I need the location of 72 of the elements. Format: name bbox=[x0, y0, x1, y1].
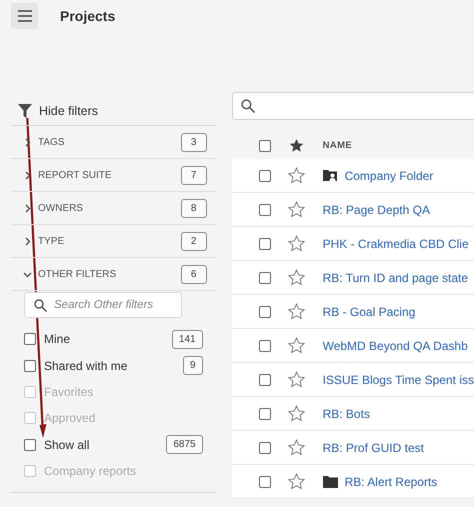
search-field[interactable]: Search Other filters bbox=[24, 292, 182, 318]
select-all-checkbox[interactable] bbox=[258, 140, 271, 152]
option-label: Approved bbox=[44, 411, 96, 426]
filter-group[interactable]: TYPE 2 bbox=[11, 225, 217, 258]
project-link[interactable]: RB: Prof GUID test bbox=[322, 440, 424, 454]
option-label: Favorites bbox=[44, 384, 94, 399]
option-label: Shared with me bbox=[44, 358, 128, 373]
chevron-right-icon bbox=[23, 138, 32, 146]
shared-folder-icon bbox=[322, 169, 338, 182]
checkbox[interactable] bbox=[24, 438, 36, 451]
filter-group[interactable]: OWNERS 8 bbox=[11, 192, 217, 225]
checkbox[interactable] bbox=[258, 374, 271, 386]
star-icon[interactable] bbox=[288, 473, 306, 490]
filter-group[interactable]: REPORT SUITE 7 bbox=[11, 159, 217, 192]
filter-group-label: OTHER FILTERS bbox=[38, 268, 118, 280]
star-icon bbox=[289, 138, 304, 153]
checkbox[interactable] bbox=[24, 333, 36, 346]
project-link[interactable]: RB - Goal Pacing bbox=[322, 304, 416, 318]
count-badge: 9 bbox=[183, 356, 203, 376]
checkbox[interactable] bbox=[258, 476, 271, 488]
menu-button[interactable] bbox=[11, 3, 38, 29]
checkbox[interactable] bbox=[258, 170, 271, 182]
option-label: Show all bbox=[44, 438, 90, 452]
count-badge: 6 bbox=[180, 264, 207, 284]
folder-icon bbox=[322, 476, 338, 488]
star-icon[interactable] bbox=[288, 337, 306, 354]
checkbox[interactable] bbox=[258, 340, 271, 352]
project-link[interactable]: RB: Bots bbox=[322, 406, 370, 420]
checkbox[interactable] bbox=[258, 204, 271, 216]
star-icon[interactable] bbox=[288, 235, 306, 252]
star-icon[interactable] bbox=[288, 405, 306, 422]
search-icon bbox=[34, 299, 47, 312]
checkbox[interactable] bbox=[258, 238, 271, 250]
count-badge: 8 bbox=[180, 198, 207, 218]
checkbox[interactable] bbox=[258, 408, 271, 420]
hide-filters-button[interactable]: Hide filters bbox=[11, 88, 98, 125]
search-icon bbox=[240, 99, 255, 113]
chevron-down-icon bbox=[23, 270, 32, 278]
star-icon[interactable] bbox=[288, 167, 306, 184]
star-icon[interactable] bbox=[288, 371, 306, 388]
checkbox[interactable] bbox=[258, 306, 271, 318]
count-badge: 3 bbox=[180, 132, 207, 152]
checkbox[interactable] bbox=[258, 442, 271, 454]
filter-group[interactable]: TAGS 3 bbox=[11, 126, 217, 159]
filter-group-label: REPORT SUITE bbox=[38, 170, 113, 180]
filter-group-label: TYPE bbox=[38, 236, 66, 246]
filter-group[interactable]: OTHER FILTERS 6 bbox=[11, 258, 217, 291]
project-link[interactable]: Company Folder bbox=[344, 168, 434, 182]
column-header[interactable]: NAME bbox=[322, 140, 352, 151]
option-label: Company reports bbox=[44, 464, 138, 478]
chevron-right-icon bbox=[23, 236, 32, 246]
project-link[interactable]: RB: Page Depth QA bbox=[322, 202, 430, 216]
star-icon[interactable] bbox=[288, 201, 306, 218]
star-icon[interactable] bbox=[288, 269, 306, 286]
page-title: Projects bbox=[60, 7, 116, 26]
checkbox[interactable] bbox=[24, 360, 36, 372]
search-field[interactable] bbox=[232, 92, 474, 120]
filter-group-label: TAGS bbox=[38, 136, 66, 148]
count-badge: 2 bbox=[180, 232, 207, 250]
count-badge: 7 bbox=[180, 166, 207, 184]
star-icon[interactable] bbox=[288, 303, 306, 320]
menu-icon bbox=[18, 10, 32, 22]
count-badge: 6875 bbox=[166, 435, 203, 454]
option-label: Mine bbox=[44, 332, 72, 346]
filter-group-label: OWNERS bbox=[38, 202, 84, 214]
chevron-right-icon bbox=[23, 170, 32, 180]
chevron-right-icon bbox=[23, 204, 32, 212]
checkbox[interactable] bbox=[258, 272, 271, 284]
project-link[interactable]: RB: Alert Reports bbox=[344, 474, 438, 488]
star-icon[interactable] bbox=[288, 439, 306, 456]
count-badge: 141 bbox=[172, 330, 203, 349]
filter-icon bbox=[18, 104, 32, 118]
